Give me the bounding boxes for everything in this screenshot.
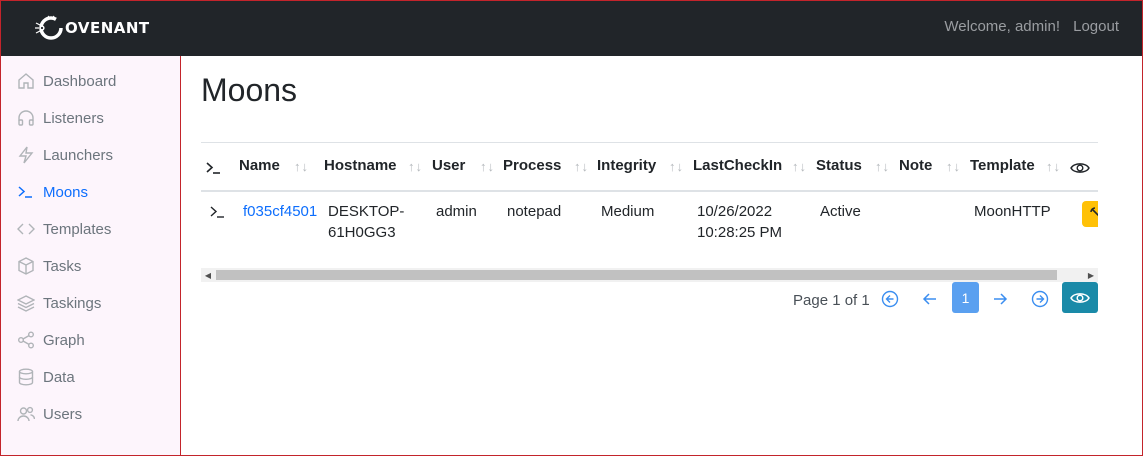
terminal-icon[interactable]: [210, 204, 226, 220]
terminal-icon: [206, 162, 220, 174]
sort-icon[interactable]: ↑↓: [792, 159, 807, 174]
moons-table: Name ↑↓ Hostname ↑↓ User ↑↓ Process ↑↓ I…: [201, 142, 1098, 282]
headphones-icon: [18, 110, 34, 126]
sidebar-item-graph[interactable]: Graph: [0, 325, 180, 355]
terminal-icon: [18, 186, 32, 198]
eye-icon: [1070, 292, 1090, 303]
sidebar-item-label: Graph: [43, 332, 85, 349]
people-icon: [17, 406, 35, 422]
column-header-lastcheckin[interactable]: LastCheckIn: [693, 157, 782, 174]
sidebar-item-label: Users: [43, 406, 83, 423]
sort-icon[interactable]: ↑↓: [946, 159, 961, 174]
sidebar: Dashboard Listeners Launchers Moons Temp…: [0, 56, 181, 456]
cell-process: notepad: [507, 203, 562, 220]
column-header-process[interactable]: Process: [503, 157, 561, 174]
sidebar-item-label: Listeners: [43, 110, 104, 127]
table-header: Name ↑↓ Hostname ↑↓ User ↑↓ Process ↑↓ I…: [201, 142, 1098, 192]
cell-status: Active: [820, 203, 861, 220]
layers-icon: [17, 295, 35, 312]
sort-icon[interactable]: ↑↓: [480, 159, 495, 174]
cell-hostname: DESKTOP-: [328, 203, 405, 220]
next-page-button[interactable]: [986, 285, 1014, 313]
page-number-button[interactable]: 1: [952, 282, 979, 313]
arrow-left-icon: [922, 293, 936, 305]
sidebar-item-label: Moons: [43, 184, 89, 201]
sort-icon[interactable]: ↑↓: [294, 159, 309, 174]
first-page-button[interactable]: [876, 285, 904, 313]
horizontal-scrollbar[interactable]: ◀ ▶: [201, 268, 1098, 282]
column-visibility-button[interactable]: [1062, 282, 1098, 313]
sidebar-item-moons[interactable]: Moons: [0, 177, 180, 207]
box-icon: [18, 257, 34, 275]
database-icon: [18, 368, 34, 386]
top-navbar: OVENANT Welcome, admin! Logout: [0, 0, 1143, 56]
sidebar-item-listeners[interactable]: Listeners: [0, 103, 180, 133]
home-icon: [18, 73, 34, 89]
sort-icon[interactable]: ↑↓: [875, 159, 890, 174]
last-page-button[interactable]: [1026, 285, 1054, 313]
cell-integrity: Medium: [601, 203, 655, 220]
brand-logo[interactable]: OVENANT: [34, 12, 150, 44]
sidebar-item-label: Dashboard: [43, 73, 117, 90]
cell-lastcheckin: 10:28:25 PM: [697, 224, 783, 241]
sort-icon[interactable]: ↑↓: [1046, 159, 1061, 174]
cell-template: MoonHTTP: [974, 203, 1051, 220]
logout-link[interactable]: Logout: [1073, 18, 1119, 35]
sidebar-item-label: Data: [43, 369, 75, 386]
welcome-text: Welcome, admin!: [944, 18, 1060, 35]
cell-lastcheckin: 10/26/2022: [697, 203, 773, 220]
prev-page-button[interactable]: [916, 285, 944, 313]
code-icon: [17, 223, 35, 235]
sort-icon[interactable]: ↑↓: [408, 159, 423, 174]
sidebar-item-dashboard[interactable]: Dashboard: [0, 66, 180, 96]
scroll-left-arrow-icon[interactable]: ◀: [201, 268, 215, 282]
scrollbar-thumb[interactable]: [216, 270, 1057, 280]
edit-button[interactable]: [1082, 201, 1098, 227]
column-header-integrity[interactable]: Integrity: [597, 157, 656, 174]
lightning-icon: [18, 146, 34, 164]
moon-name-link[interactable]: f035cf4501: [243, 201, 317, 222]
cell-user: admin: [436, 203, 477, 220]
pagination-info: Page 1 of 1: [793, 292, 870, 309]
share-icon: [18, 331, 34, 349]
column-header-hostname[interactable]: Hostname: [324, 157, 397, 174]
sort-icon[interactable]: ↑↓: [574, 159, 589, 174]
brand-name: OVENANT: [65, 19, 150, 37]
page-title: Moons: [201, 72, 298, 108]
sidebar-item-label: Launchers: [43, 147, 114, 164]
last-page-icon: [1031, 290, 1049, 308]
arrow-right-icon: [994, 293, 1008, 305]
sidebar-item-data[interactable]: Data: [0, 362, 180, 392]
column-header-name[interactable]: Name: [239, 157, 280, 174]
eye-icon[interactable]: [1070, 160, 1090, 176]
column-header-status[interactable]: Status: [816, 157, 862, 174]
scroll-right-arrow-icon[interactable]: ▶: [1084, 268, 1098, 282]
sidebar-item-launchers[interactable]: Launchers: [0, 140, 180, 170]
pencil-icon: [1090, 207, 1098, 217]
sidebar-item-label: Templates: [43, 221, 112, 238]
sort-icon[interactable]: ↑↓: [669, 159, 684, 174]
cell-hostname: 61H0GG3: [328, 224, 396, 241]
column-header-note[interactable]: Note: [899, 157, 932, 174]
sidebar-item-tasks[interactable]: Tasks: [0, 251, 180, 281]
sidebar-item-templates[interactable]: Templates: [0, 214, 180, 244]
covenant-logo-icon: [35, 15, 63, 40]
first-page-icon: [881, 290, 899, 308]
sidebar-item-taskings[interactable]: Taskings: [0, 288, 180, 318]
column-header-user[interactable]: User: [432, 157, 465, 174]
sidebar-item-users[interactable]: Users: [0, 399, 180, 429]
sidebar-item-label: Tasks: [43, 258, 82, 275]
sidebar-item-label: Taskings: [43, 295, 102, 312]
column-header-template[interactable]: Template: [970, 157, 1035, 174]
